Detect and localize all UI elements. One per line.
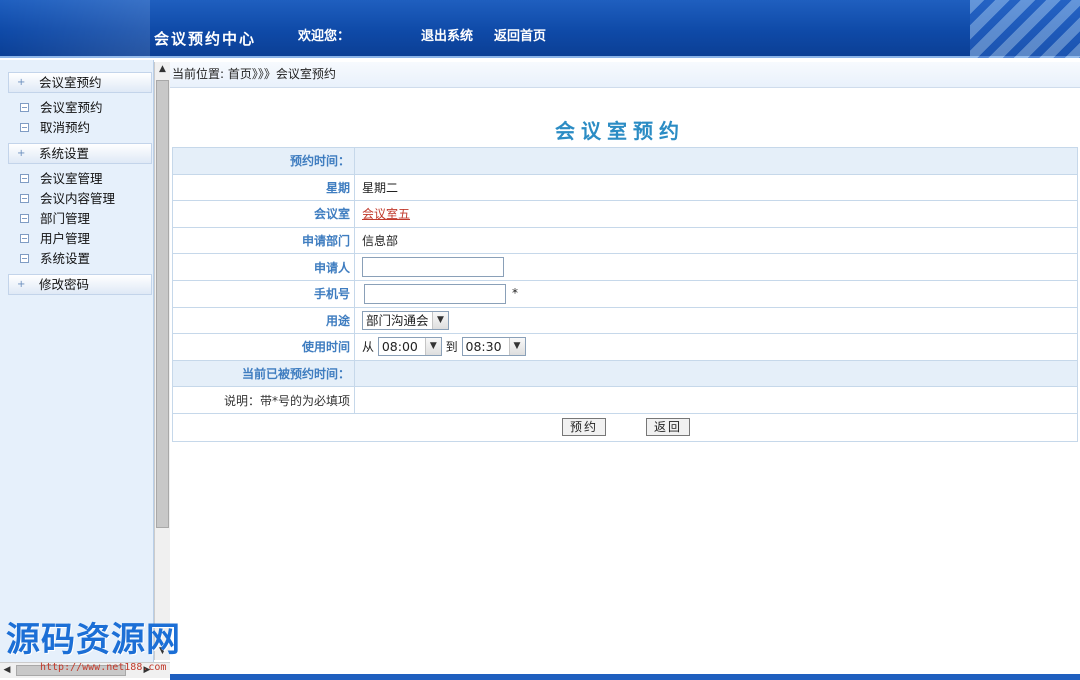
field-label: 预约时间：	[172, 147, 355, 175]
form-row-phone: 手机号 *	[172, 279, 1078, 308]
sidebar: + 会议室预约 会议室预约 取消预约 + 系统设置 会议室管理 会议内容管理 部…	[0, 60, 154, 678]
booking-time-value	[354, 147, 1078, 175]
end-time-value: 08:30	[465, 339, 502, 355]
watermark-url: http://www.net188.com	[40, 662, 167, 673]
from-label: 从	[362, 340, 375, 355]
phone-input[interactable]	[364, 283, 506, 304]
header-decoration-left	[0, 0, 150, 58]
scrollbar-thumb[interactable]	[156, 80, 169, 528]
logout-link[interactable]: 退出系统	[421, 25, 473, 44]
sidebar-item-label: 部门管理	[40, 211, 91, 226]
top-header: 会议预约中心 欢迎您： 退出系统 返回首页	[0, 0, 1080, 58]
start-time-value: 08:00	[381, 339, 418, 355]
chevron-down-icon[interactable]: ▼	[424, 338, 441, 356]
sidebar-section-label: 修改密码	[39, 277, 90, 292]
note-value	[354, 386, 1078, 414]
booking-form: 预约时间： 星期 星期二 会议室 会议室五 申请部门 信息部 申请人 手机号 *…	[172, 147, 1078, 414]
collapse-icon	[20, 234, 29, 243]
sidebar-item-content-management[interactable]: 会议内容管理	[20, 190, 115, 208]
scroll-left-icon[interactable]: ◀	[0, 663, 14, 678]
collapse-icon	[20, 103, 29, 112]
field-label: 会议室	[172, 200, 355, 228]
scroll-up-icon[interactable]: ▲	[155, 62, 170, 77]
form-row-department: 申请部门 信息部	[172, 226, 1078, 255]
collapse-icon	[20, 194, 29, 203]
sidebar-item-label: 会议室管理	[40, 171, 103, 186]
bottom-bar	[170, 674, 1080, 680]
field-label: 使用时间	[172, 333, 355, 361]
expand-icon: +	[17, 77, 26, 88]
collapse-icon	[20, 123, 29, 132]
to-label: 到	[445, 340, 458, 355]
breadcrumb: 当前位置: 首页》》》会议室预约	[170, 62, 1080, 88]
form-row-room: 会议室 会议室五	[172, 200, 1078, 228]
required-note: 说明：带*号的为必填项	[172, 386, 355, 414]
sidebar-section-label: 会议室预约	[39, 75, 102, 90]
end-time-select[interactable]: 08:30 ▼	[461, 337, 526, 357]
chevron-down-icon[interactable]: ▼	[508, 338, 525, 356]
week-value: 星期二	[354, 173, 1078, 202]
department-value: 信息部	[354, 226, 1078, 255]
applicant-input[interactable]	[362, 257, 504, 278]
sidebar-item-room-booking[interactable]: 会议室预约	[20, 99, 103, 117]
field-label: 申请人	[172, 253, 355, 281]
form-row-use-time: 使用时间 从 08:00 ▼ 到 08:30 ▼	[172, 333, 1078, 361]
field-label: 申请部门	[172, 226, 355, 255]
collapse-icon	[20, 254, 29, 263]
submit-booking-button[interactable]: 预约	[562, 418, 607, 436]
form-actions: 预约 返回	[172, 412, 1078, 442]
field-label: 当前已被预约时间：	[172, 359, 355, 388]
header-decoration-right	[970, 0, 1080, 58]
form-row-applicant: 申请人	[172, 253, 1078, 281]
purpose-select[interactable]: 部门沟通会 ▼	[362, 310, 449, 330]
sidebar-section-booking[interactable]: + 会议室预约	[8, 72, 152, 93]
booked-times-value	[354, 359, 1078, 388]
sidebar-section-password[interactable]: + 修改密码	[8, 274, 152, 295]
sidebar-section-settings[interactable]: + 系统设置	[8, 143, 152, 164]
sidebar-item-department-management[interactable]: 部门管理	[20, 210, 90, 228]
sidebar-vertical-scrollbar[interactable]: ▲ ▼	[154, 62, 170, 660]
form-row-booked-times: 当前已被预约时间：	[172, 359, 1078, 388]
watermark-logo: 源码资源网	[6, 620, 181, 660]
field-label: 星期	[172, 173, 355, 202]
field-label: 手机号	[172, 279, 355, 308]
back-button[interactable]: 返回	[646, 418, 691, 436]
sidebar-item-label: 会议室预约	[40, 100, 103, 115]
sidebar-item-label: 系统设置	[40, 251, 91, 266]
sidebar-section-label: 系统设置	[39, 146, 90, 161]
expand-icon: +	[17, 148, 26, 159]
room-link[interactable]: 会议室五	[362, 207, 410, 221]
collapse-icon	[20, 214, 29, 223]
form-row-week: 星期 星期二	[172, 173, 1078, 202]
sidebar-item-cancel-booking[interactable]: 取消预约	[20, 119, 90, 137]
purpose-selected-value: 部门沟通会	[366, 312, 429, 328]
home-link[interactable]: 返回首页	[494, 25, 546, 44]
start-time-select[interactable]: 08:00 ▼	[377, 337, 442, 357]
sidebar-item-room-management[interactable]: 会议室管理	[20, 170, 103, 188]
field-label: 用途	[172, 306, 355, 335]
chevron-down-icon[interactable]: ▼	[432, 311, 448, 329]
sidebar-item-label: 会议内容管理	[40, 191, 116, 206]
sidebar-item-system-settings[interactable]: 系统设置	[20, 250, 90, 268]
collapse-icon	[20, 174, 29, 183]
form-row-booking-time: 预约时间：	[172, 147, 1078, 175]
required-marker: *	[512, 286, 518, 301]
form-row-note: 说明：带*号的为必填项	[172, 386, 1078, 414]
sidebar-item-user-management[interactable]: 用户管理	[20, 230, 90, 248]
expand-icon: +	[17, 279, 26, 290]
form-row-purpose: 用途 部门沟通会 ▼	[172, 306, 1078, 335]
page-title: 会议室预约	[555, 119, 685, 143]
sidebar-item-label: 取消预约	[40, 120, 91, 135]
sidebar-item-label: 用户管理	[40, 231, 91, 246]
app-title: 会议预约中心	[154, 30, 257, 48]
welcome-text: 欢迎您：	[298, 29, 351, 44]
